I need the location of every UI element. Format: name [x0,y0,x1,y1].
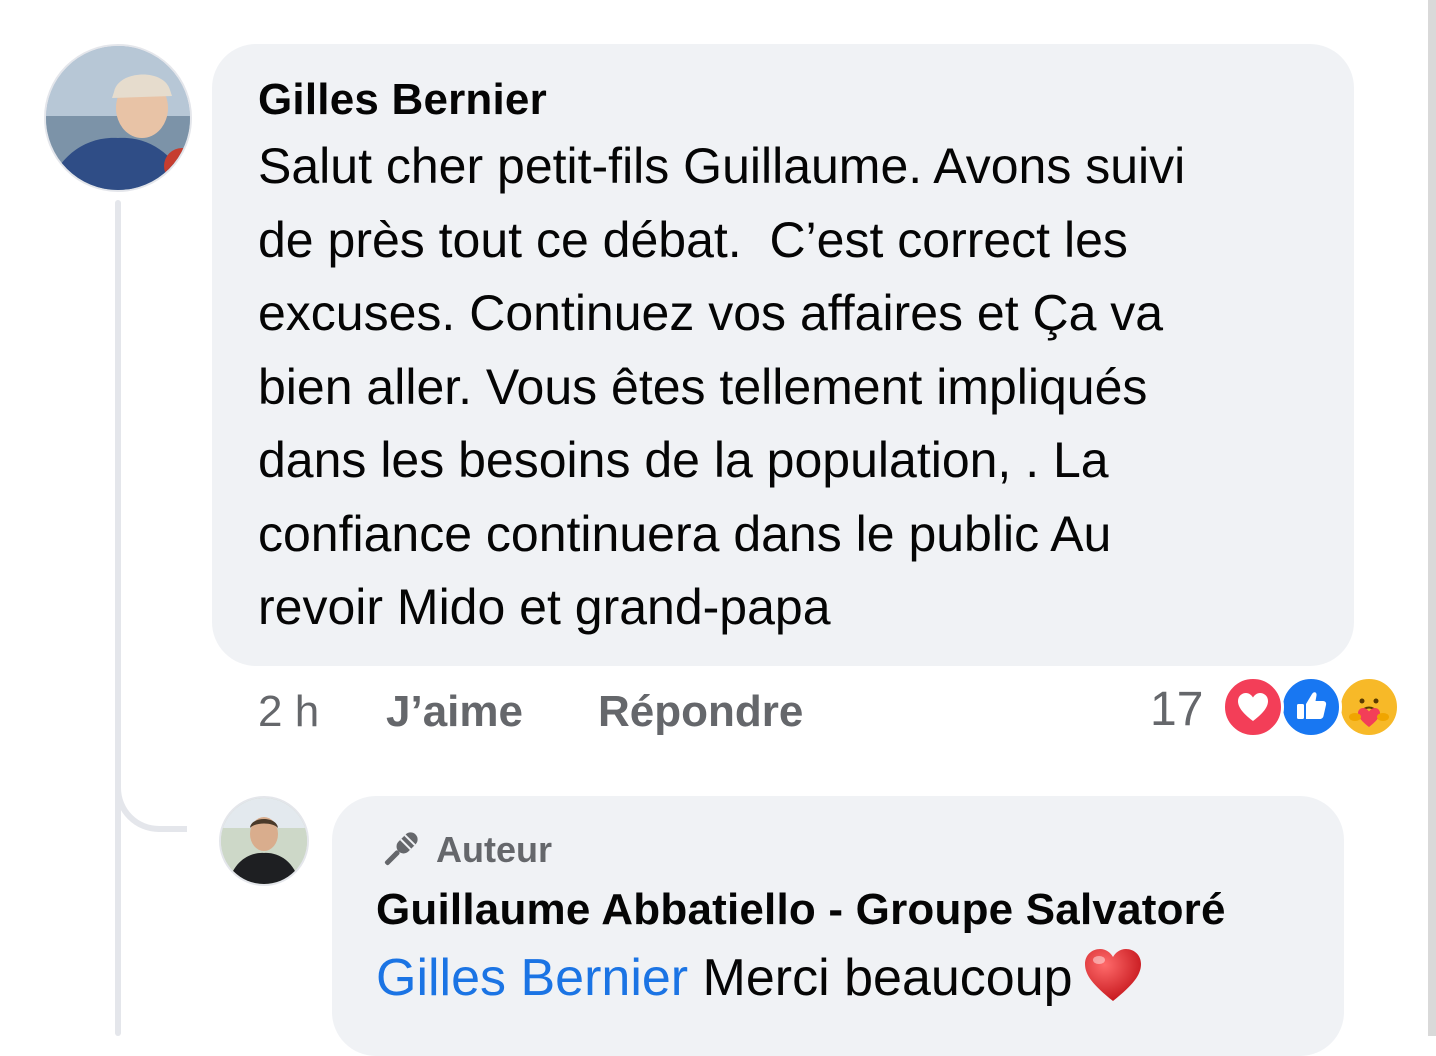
like-reaction-icon [1280,676,1342,738]
love-reaction-icon [1222,676,1284,738]
comment-timestamp[interactable]: 2 h [258,680,319,744]
author-badge: Auteur [376,824,1314,876]
reply-text: Gilles Bernier Merci beaucoup [376,942,1314,1024]
reply-avatar[interactable] [219,796,309,886]
comment-bubble: Gilles Bernier Salut cher petit-fils Gui… [212,44,1354,666]
microphone-icon [376,826,424,874]
reaction-count[interactable]: 17 [1150,678,1203,742]
thread-line [115,200,121,1036]
comment-author[interactable]: Gilles Bernier [258,72,1314,128]
comment-text: Salut cher petit-fils Guillaume. Avons s… [258,138,1186,635]
mention-link[interactable]: Gilles Bernier [376,949,688,1007]
avatar[interactable] [44,44,192,192]
reply-button[interactable]: Répondre [598,680,803,744]
window-edge [1428,0,1436,1036]
reply-message: Merci beaucoup [688,949,1073,1007]
red-heart-emoji [1081,945,1145,1024]
reply-author[interactable]: Guillaume Abbatiello - Groupe Salvatoré [376,880,1314,940]
reaction-summary[interactable] [1222,676,1402,742]
like-button[interactable]: J’aime [386,680,523,744]
thread-connector [115,770,187,832]
reply-bubble: Auteur Guillaume Abbatiello - Groupe Sal… [332,796,1344,1056]
author-badge-label: Auteur [436,829,552,870]
care-reaction-icon [1338,676,1400,738]
